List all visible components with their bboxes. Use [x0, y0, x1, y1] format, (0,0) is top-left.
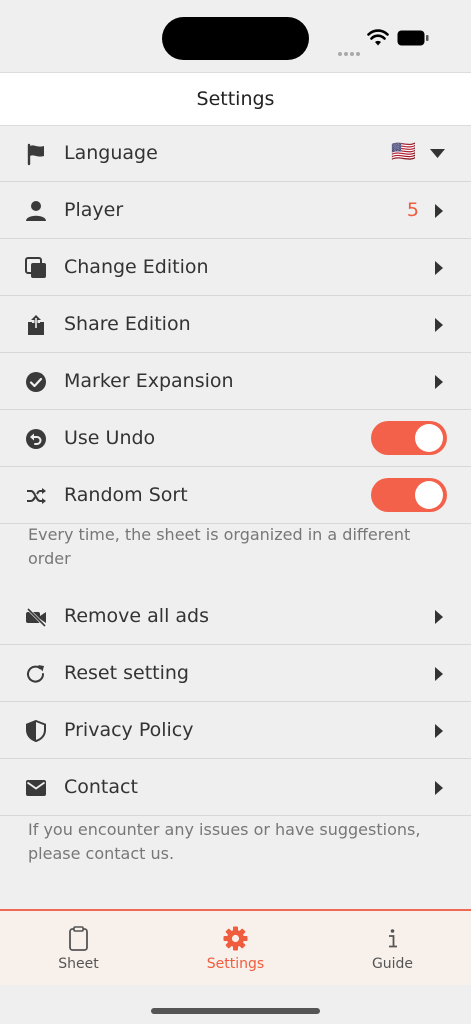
chevron-right-icon [435, 610, 443, 624]
privacy-policy-label: Privacy Policy [64, 719, 194, 741]
toggle-knob [415, 424, 443, 452]
random-sort-row: Random Sort [0, 467, 471, 524]
tab-settings[interactable]: Settings [157, 911, 314, 985]
change-edition-label: Change Edition [64, 256, 209, 278]
chevron-right-icon [435, 667, 443, 681]
navigation-bar: Settings [0, 72, 471, 126]
player-count-value: 5 [406, 199, 419, 221]
remove-ads-label: Remove all ads [64, 605, 209, 627]
chevron-right-icon [435, 724, 443, 738]
share-edition-row[interactable]: Share Edition [0, 296, 471, 353]
random-sort-toggle[interactable] [371, 478, 447, 512]
flag-icon [27, 143, 44, 166]
tab-sheet[interactable]: Sheet [0, 911, 157, 985]
toggle-knob [415, 481, 443, 509]
settings-group-main: Language 🇺🇸 Player 5 Change Edition Shar… [0, 125, 471, 524]
wifi-icon [367, 29, 389, 46]
use-undo-label: Use Undo [64, 427, 156, 449]
info-icon [389, 929, 397, 948]
mail-icon [26, 780, 46, 796]
contact-label: Contact [64, 776, 138, 798]
person-icon [26, 201, 46, 221]
undo-icon [26, 429, 46, 449]
marker-expansion-label: Marker Expansion [64, 370, 234, 392]
clipboard-icon [69, 926, 88, 951]
status-bar [0, 0, 471, 72]
copy-icon [25, 257, 46, 278]
share-edition-label: Share Edition [64, 313, 191, 335]
language-row[interactable]: Language 🇺🇸 [0, 125, 471, 182]
contact-description: If you encounter any issues or have sugg… [28, 820, 421, 863]
reset-setting-label: Reset setting [64, 662, 189, 684]
battery-icon [397, 30, 429, 46]
random-sort-label: Random Sort [64, 484, 188, 506]
privacy-policy-row[interactable]: Privacy Policy [0, 702, 471, 759]
contact-row[interactable]: Contact [0, 759, 471, 816]
use-undo-toggle[interactable] [371, 421, 447, 455]
dropdown-caret-icon[interactable] [430, 149, 445, 158]
home-indicator [151, 1008, 320, 1014]
chevron-right-icon [435, 204, 443, 218]
use-undo-row: Use Undo [0, 410, 471, 467]
tab-sheet-label: Sheet [58, 956, 99, 972]
tab-guide[interactable]: Guide [314, 911, 471, 985]
page-title: Settings [196, 88, 275, 110]
shield-icon [26, 719, 46, 743]
dynamic-island [162, 17, 309, 60]
remove-ads-row[interactable]: Remove all ads [0, 588, 471, 645]
gear-icon [223, 926, 248, 951]
share-icon [28, 315, 44, 335]
reset-setting-row[interactable]: Reset setting [0, 645, 471, 702]
tab-bar: Sheet Settings Guide [0, 909, 471, 985]
no-video-icon [26, 607, 47, 628]
shuffle-icon [27, 488, 46, 504]
language-label: Language [64, 142, 158, 164]
marker-expansion-row[interactable]: Marker Expansion [0, 353, 471, 410]
tab-guide-label: Guide [371, 956, 414, 972]
chevron-right-icon [435, 781, 443, 795]
reset-icon [27, 665, 45, 683]
change-edition-row[interactable]: Change Edition [0, 239, 471, 296]
player-label: Player [64, 199, 124, 221]
player-row[interactable]: Player 5 [0, 182, 471, 239]
chevron-right-icon [435, 318, 443, 332]
random-sort-description: Every time, the sheet is organized in a … [28, 525, 411, 568]
chevron-right-icon [435, 261, 443, 275]
settings-group-support: Remove all ads Reset setting Privacy Pol… [0, 588, 471, 816]
tab-settings-label: Settings [206, 956, 265, 972]
chevron-right-icon [435, 375, 443, 389]
check-circle-icon [26, 372, 46, 392]
cellular-signal-icon [338, 41, 362, 60]
us-flag-icon: 🇺🇸 [391, 139, 416, 163]
